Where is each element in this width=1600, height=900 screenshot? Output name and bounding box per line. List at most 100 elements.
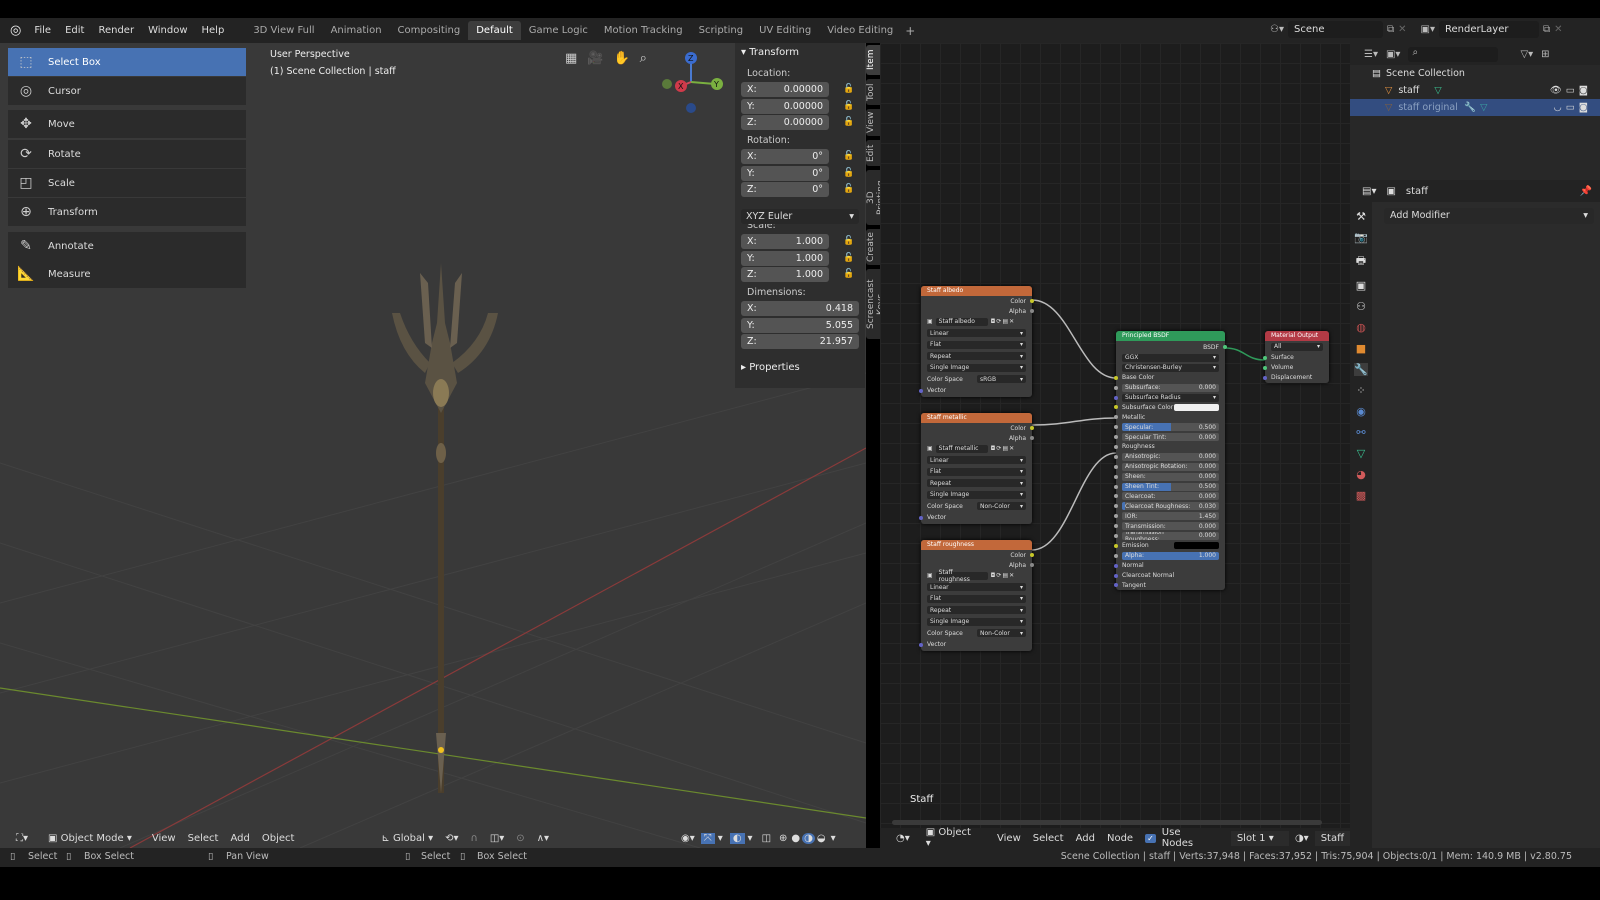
image-selector[interactable]: ▣Staff roughness◘⟳▤✕ xyxy=(921,570,1032,582)
socket[interactable] xyxy=(1114,475,1118,479)
new-scene-icon[interactable]: ⧉ xyxy=(1387,24,1394,35)
sidebar-tab-view[interactable]: View xyxy=(866,109,880,136)
value-slider[interactable]: Sheen Tint:0.500 xyxy=(1122,483,1219,491)
value-slider[interactable]: Specular:0.500 xyxy=(1122,423,1219,431)
dimensions-x-field[interactable]: X:0.418 xyxy=(741,301,859,316)
rotation-z-field[interactable]: Z:0° xyxy=(741,182,829,197)
node-dropdown[interactable]: Subsurface Radius▾ xyxy=(1122,394,1219,402)
target-dropdown[interactable]: All▾ xyxy=(1271,343,1323,351)
view-object-types-icon[interactable]: ◉▾ xyxy=(675,833,701,844)
image-selector[interactable]: ▣Staff metallic◘⟳▤✕ xyxy=(921,443,1032,455)
value-slider[interactable]: Clearcoat Roughness:0.030 xyxy=(1122,502,1219,510)
socket[interactable] xyxy=(1114,494,1118,498)
sidebar-tab-create[interactable]: Create xyxy=(866,229,880,265)
image-selector[interactable]: ▣Staff albedo◘⟳▤✕ xyxy=(921,316,1032,328)
node-dropdown[interactable]: Linear▾ xyxy=(927,583,1026,591)
socket[interactable] xyxy=(1114,534,1118,538)
outliner-item-staff-original[interactable]: ▽staff original🔧▽◡▭◙ xyxy=(1350,99,1600,116)
node-menu-add[interactable]: Add xyxy=(1070,833,1101,844)
socket[interactable] xyxy=(1030,426,1034,430)
outliner-item-staff[interactable]: ▽staff▽👁▭◙ xyxy=(1350,82,1600,99)
node-dropdown[interactable]: Flat▾ xyxy=(927,595,1026,603)
rotation-y-lock-icon[interactable]: 🔓 xyxy=(843,168,854,178)
image-name-field[interactable]: Staff roughness xyxy=(936,572,988,580)
display-mode-icon[interactable]: ☰▾ xyxy=(1364,49,1378,60)
slot-dropdown[interactable]: Slot 1 ▾ xyxy=(1231,831,1289,846)
filter-view-icon[interactable]: ▣▾ xyxy=(1386,49,1400,60)
socket[interactable] xyxy=(1263,356,1267,360)
socket[interactable] xyxy=(919,389,923,393)
rotation-y-field[interactable]: Y:0° xyxy=(741,166,829,181)
menu-help[interactable]: Help xyxy=(195,25,232,36)
node-dropdown[interactable]: Linear▾ xyxy=(927,329,1026,337)
constraints-tab-icon[interactable]: ⚯ xyxy=(1356,426,1365,439)
color-space-dropdown[interactable]: Non-Color▾ xyxy=(977,629,1026,637)
workspace-tab[interactable]: Scripting xyxy=(691,21,751,40)
material-tab-icon[interactable]: ◕ xyxy=(1356,468,1366,481)
use-nodes-checkbox[interactable]: ✓ xyxy=(1145,834,1156,843)
shader-node-editor[interactable]: Staff albedoColorAlpha▣Staff albedo◘⟳▤✕L… xyxy=(880,43,1350,848)
image-texture-node[interactable]: Staff metallicColorAlpha▣Staff metallic◘… xyxy=(921,413,1032,524)
filter-icon[interactable]: ▽▾ xyxy=(1520,49,1533,60)
location-z-lock-icon[interactable]: 🔓 xyxy=(843,117,854,127)
socket[interactable] xyxy=(1114,376,1118,380)
value-slider[interactable]: Specular Tint:0.000 xyxy=(1122,433,1219,441)
horizontal-scrollbar[interactable] xyxy=(892,820,1322,825)
sidebar-tab-item[interactable]: Item xyxy=(866,45,880,75)
socket[interactable] xyxy=(919,516,923,520)
visibility-icons[interactable]: ◡▭◙ xyxy=(1554,102,1592,113)
workspace-tab[interactable]: Game Logic xyxy=(521,21,596,40)
color-space-dropdown[interactable]: Non-Color▾ xyxy=(977,502,1026,510)
shading-options-icon[interactable]: ▾ xyxy=(828,833,839,844)
snap-target-icon[interactable]: ◫▾ xyxy=(484,833,510,844)
socket[interactable] xyxy=(1030,436,1034,440)
socket[interactable] xyxy=(1114,405,1118,409)
color-swatch[interactable] xyxy=(1174,404,1219,411)
render-tab-icon[interactable]: 📷 xyxy=(1354,231,1368,244)
sidebar-tab-3d-printing[interactable]: 3D Printing xyxy=(866,170,880,225)
tool-move[interactable]: ✥Move xyxy=(8,110,246,138)
rotation-mode-dropdown[interactable]: XYZ Euler▾ xyxy=(741,209,859,224)
view-layer-field[interactable]: RenderLayer xyxy=(1439,21,1539,38)
image-actions-icons[interactable]: ◘⟳▤✕ xyxy=(991,318,1015,325)
properties-editor-type-icon[interactable]: ▤▾ xyxy=(1362,186,1376,197)
new-collection-icon[interactable]: ⊞ xyxy=(1541,49,1549,60)
scene-icon[interactable]: ⚇▾ xyxy=(1270,24,1284,35)
socket[interactable] xyxy=(1114,514,1118,518)
socket[interactable] xyxy=(1030,553,1034,557)
socket[interactable] xyxy=(1114,504,1118,508)
dimensions-z-field[interactable]: Z:21.957 xyxy=(741,334,859,349)
workspace-tab[interactable]: Motion Tracking xyxy=(596,21,691,40)
visibility-icons[interactable]: 👁▭◙ xyxy=(1550,85,1592,96)
value-slider[interactable]: IOR:1.450 xyxy=(1122,512,1219,520)
shader-type-dropdown[interactable]: ▣ Object ▾ xyxy=(920,827,981,849)
node-dropdown[interactable]: Flat▾ xyxy=(927,341,1026,349)
workspace-tab[interactable]: Animation xyxy=(323,21,390,40)
proportional-edit-icon[interactable]: ⊙ xyxy=(510,833,530,844)
gizmo-toggle-icon[interactable]: ⤧ xyxy=(701,833,715,844)
editor-type-icon[interactable]: ⛶▾ xyxy=(10,833,34,844)
menu-edit[interactable]: Edit xyxy=(58,25,91,36)
add-workspace-icon[interactable]: + xyxy=(901,24,919,38)
node-dropdown[interactable]: Flat▾ xyxy=(927,468,1026,476)
viewport-menu-view[interactable]: View xyxy=(146,833,182,844)
node-menu-node[interactable]: Node xyxy=(1101,833,1139,844)
node-dropdown[interactable]: Single Image▾ xyxy=(927,364,1026,372)
node-menu-view[interactable]: View xyxy=(991,833,1027,844)
outliner-scene-collection[interactable]: ▤Scene Collection xyxy=(1350,65,1600,82)
color-swatch[interactable] xyxy=(1174,542,1219,549)
socket[interactable] xyxy=(1114,455,1118,459)
snap-icon[interactable]: ∩ xyxy=(465,833,484,844)
material-name-field[interactable]: Staff xyxy=(1315,831,1350,846)
node-editor-type-icon[interactable]: ◔▾ xyxy=(890,833,916,844)
world-tab-icon[interactable]: ◍ xyxy=(1356,321,1366,334)
shading-rendered-icon[interactable]: ◒ xyxy=(815,833,828,844)
socket[interactable] xyxy=(1114,425,1118,429)
physics-tab-icon[interactable]: ◉ xyxy=(1356,405,1366,418)
viewport-menu-object[interactable]: Object xyxy=(256,833,301,844)
socket[interactable] xyxy=(1263,366,1267,370)
image-name-field[interactable]: Staff albedo xyxy=(936,318,988,326)
rotation-x-field[interactable]: X:0° xyxy=(741,149,829,164)
properties-panel-header[interactable]: ▸ Properties xyxy=(741,362,800,373)
rotation-z-lock-icon[interactable]: 🔓 xyxy=(843,184,854,194)
